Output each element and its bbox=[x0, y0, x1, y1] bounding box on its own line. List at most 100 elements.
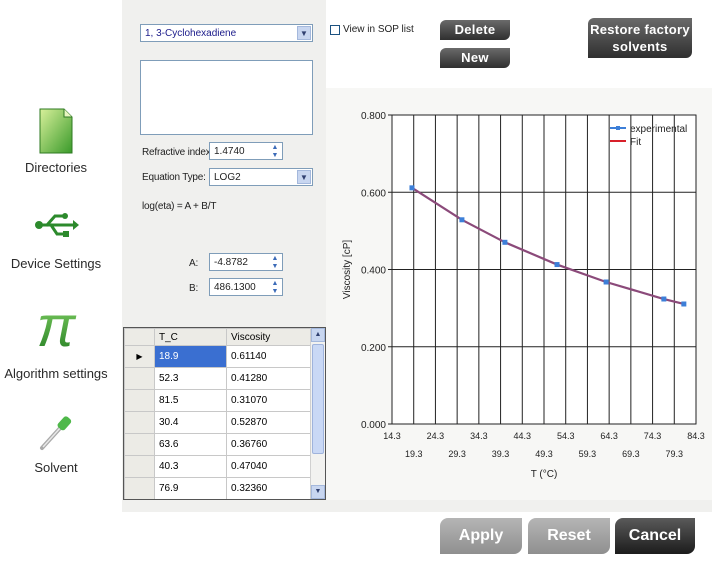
restore-factory-solvents-button[interactable]: Restore factory solvents bbox=[588, 18, 692, 58]
delete-button[interactable]: Delete bbox=[440, 20, 510, 40]
row-header[interactable] bbox=[124, 477, 155, 499]
a-value: -4.8782 bbox=[214, 257, 248, 268]
y-tick-label: 0.000 bbox=[361, 420, 386, 431]
cell-viscosity[interactable]: 0.31070 bbox=[226, 389, 315, 412]
cell-t-c[interactable]: 76.9 bbox=[154, 477, 227, 499]
x-tick-label: 19.3 bbox=[405, 449, 423, 459]
nav-label-solvent: Solvent bbox=[34, 460, 78, 475]
cell-t-c[interactable]: 30.4 bbox=[154, 411, 227, 434]
cell-t-c[interactable]: 63.6 bbox=[154, 433, 227, 456]
row-header[interactable] bbox=[124, 433, 155, 456]
y-tick-label: 0.400 bbox=[361, 266, 386, 277]
x-tick-label: 74.3 bbox=[644, 431, 662, 441]
viscosity-chart: 0.000 0.200 0.400 0.600 0.800 14.3 24.3 34.3 44.… bbox=[342, 111, 705, 480]
solvent-select[interactable]: 1, 3-Cyclohexadiene ▼ bbox=[140, 24, 313, 42]
cell-viscosity[interactable]: 0.36760 bbox=[226, 433, 315, 456]
x-tick-label: 54.3 bbox=[557, 431, 575, 441]
cell-t-c[interactable]: 52.3 bbox=[154, 367, 227, 390]
x-tick-label: 69.3 bbox=[622, 449, 640, 459]
cell-viscosity[interactable]: 0.41280 bbox=[226, 367, 315, 390]
chevron-down-icon[interactable]: ▼ bbox=[297, 170, 311, 184]
pi-icon: π bbox=[0, 294, 116, 366]
spin-updown-icon[interactable]: ▲ ▼ bbox=[269, 144, 281, 159]
table-row[interactable]: 30.4 0.52870 bbox=[124, 411, 315, 434]
table-row[interactable]: ▶ 18.9 0.61140 bbox=[124, 345, 315, 368]
nav-item-device-settings[interactable]: Device Settings bbox=[0, 208, 116, 271]
x-tick-label: 24.3 bbox=[427, 431, 445, 441]
cell-viscosity[interactable]: 0.47040 bbox=[226, 455, 315, 478]
cell-viscosity[interactable]: 0.52870 bbox=[226, 411, 315, 434]
x-tick-label: 59.3 bbox=[579, 449, 597, 459]
checkbox-box[interactable] bbox=[330, 24, 340, 35]
solvent-description-textarea[interactable] bbox=[140, 60, 313, 135]
chevron-down-icon[interactable]: ▼ bbox=[297, 26, 311, 40]
cancel-button[interactable]: Cancel bbox=[615, 518, 695, 554]
spin-updown-icon[interactable]: ▲ ▼ bbox=[269, 255, 281, 270]
legend-marker-experimental bbox=[616, 126, 620, 130]
cell-viscosity[interactable]: 0.32360 bbox=[226, 477, 315, 499]
cell-viscosity[interactable]: 0.61140 bbox=[226, 345, 315, 368]
table-row[interactable]: 63.6 0.36760 bbox=[124, 433, 315, 456]
nav-item-directories[interactable]: Directories bbox=[0, 100, 116, 175]
refractive-index-input[interactable]: 1.4740 ▲ ▼ bbox=[209, 142, 283, 160]
viscosity-data-grid[interactable]: T_C Viscosity ▶ 18.9 0.61140 52.3 0.41280 81.… bbox=[123, 327, 326, 500]
data-point-experimental bbox=[603, 279, 609, 285]
grid-scrollbar[interactable]: ▲ ▼ bbox=[310, 328, 325, 499]
b-coefficient-input[interactable]: 486.1300 ▲ ▼ bbox=[209, 278, 283, 296]
scroll-up-icon[interactable]: ▲ bbox=[311, 328, 325, 342]
x-tick-label: 14.3 bbox=[383, 431, 401, 441]
table-row[interactable]: 81.5 0.31070 bbox=[124, 389, 315, 412]
equation-type-select[interactable]: LOG2 ▼ bbox=[209, 168, 313, 186]
panel-footer bbox=[122, 500, 712, 512]
y-tick-label: 0.600 bbox=[361, 188, 386, 199]
column-header-t-c[interactable]: T_C bbox=[154, 328, 227, 346]
y-tick-label: 0.200 bbox=[361, 343, 386, 354]
table-row[interactable]: 52.3 0.41280 bbox=[124, 367, 315, 390]
data-point-experimental bbox=[409, 185, 415, 191]
restore-label-line2: solvents bbox=[612, 39, 668, 54]
data-point-experimental bbox=[459, 217, 465, 223]
column-header-viscosity[interactable]: Viscosity bbox=[226, 328, 315, 346]
view-in-sop-label: View in SOP list bbox=[343, 24, 414, 35]
nav-label-directories: Directories bbox=[24, 160, 88, 175]
apply-button[interactable]: Apply bbox=[440, 518, 522, 554]
new-button[interactable]: New bbox=[440, 48, 510, 68]
spin-updown-icon[interactable]: ▲ ▼ bbox=[269, 280, 281, 295]
y-axis-label: Viscosity [cP] bbox=[342, 240, 353, 299]
row-header[interactable] bbox=[124, 389, 155, 412]
a-label: A: bbox=[189, 258, 199, 269]
x-tick-label: 79.3 bbox=[666, 449, 684, 459]
cell-t-c[interactable]: 18.9 bbox=[154, 345, 227, 368]
x-tick-label: 29.3 bbox=[448, 449, 466, 459]
cell-t-c[interactable]: 81.5 bbox=[154, 389, 227, 412]
scroll-down-icon[interactable]: ▼ bbox=[311, 485, 325, 499]
scroll-thumb[interactable] bbox=[312, 344, 324, 454]
row-header[interactable] bbox=[124, 367, 155, 390]
nav-item-algorithm-settings[interactable]: π Algorithm settings bbox=[0, 294, 116, 381]
b-value: 486.1300 bbox=[214, 282, 256, 293]
table-row[interactable]: 76.9 0.32360 bbox=[124, 477, 315, 499]
refractive-index-label: Refractive index: bbox=[142, 147, 214, 158]
nav-label-algorithm-settings: Algorithm settings bbox=[4, 366, 108, 381]
legend-label-experimental: experimental bbox=[630, 124, 687, 135]
view-in-sop-checkbox[interactable]: View in SOP list bbox=[330, 24, 414, 35]
pipette-icon bbox=[0, 410, 116, 460]
equation-formula: log(eta) = A + B/T bbox=[142, 201, 217, 212]
reset-button[interactable]: Reset bbox=[528, 518, 610, 554]
row-header[interactable] bbox=[124, 411, 155, 434]
row-header[interactable] bbox=[124, 455, 155, 478]
equation-type-value: LOG2 bbox=[214, 172, 241, 183]
folder-icon bbox=[0, 100, 116, 160]
legend-label-fit: Fit bbox=[630, 137, 641, 148]
cell-t-c[interactable]: 40.3 bbox=[154, 455, 227, 478]
x-tick-label: 49.3 bbox=[535, 449, 553, 459]
table-row[interactable]: 40.3 0.47040 bbox=[124, 455, 315, 478]
refractive-index-value: 1.4740 bbox=[214, 146, 245, 157]
a-coefficient-input[interactable]: -4.8782 ▲ ▼ bbox=[209, 253, 283, 271]
equation-type-label: Equation Type: bbox=[142, 172, 206, 183]
nav-item-solvent[interactable]: Solvent bbox=[0, 410, 116, 475]
row-header-corner bbox=[124, 328, 155, 346]
current-row-indicator-icon[interactable]: ▶ bbox=[124, 345, 155, 368]
data-point-experimental bbox=[681, 301, 687, 307]
x-tick-label: 34.3 bbox=[470, 431, 488, 441]
